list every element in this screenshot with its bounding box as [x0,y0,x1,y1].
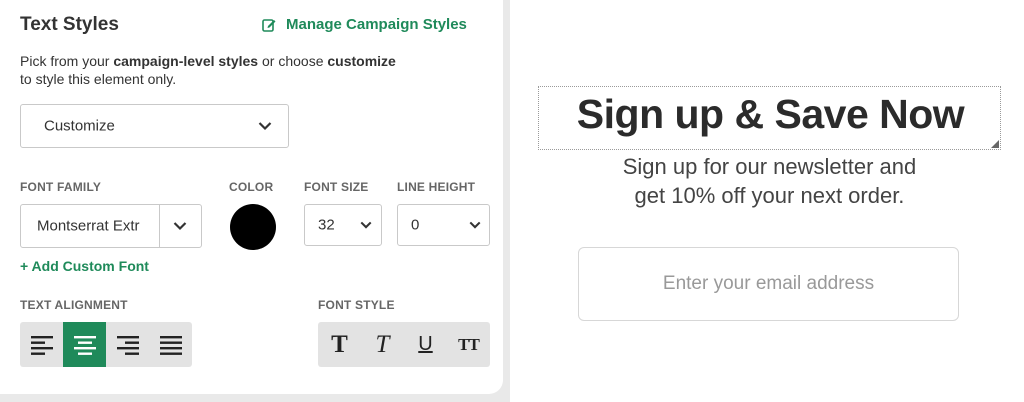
style-select[interactable]: Customize [20,104,289,148]
underline-button[interactable]: U [404,322,447,367]
subtext-line-1: Sign up for our newsletter and [622,154,917,179]
chevron-down-icon [469,221,481,229]
font-family-label: FONT FAMILY [20,180,102,194]
panel-description: Pick from your campaign-level styles or … [20,52,490,88]
text-alignment-group [20,322,192,367]
email-placeholder: Enter your email address [662,273,875,294]
color-label: COLOR [229,180,274,194]
align-right-button[interactable] [106,322,149,367]
align-justify-button[interactable] [149,322,192,367]
align-left-icon [30,335,53,355]
italic-button[interactable]: T [361,322,404,367]
line-height-select[interactable]: 0 [397,204,490,246]
font-size-label: FONT SIZE [304,180,369,194]
style-select-value: Customize [44,117,115,135]
chevron-down-icon [360,221,372,229]
email-input[interactable]: Enter your email address [578,247,959,321]
bold-icon: T [331,330,348,358]
headline-text-box[interactable]: Sign up & Save Now [538,86,1001,150]
panel-title: Text Styles [20,14,119,35]
desc-text-2: or choose [258,53,328,69]
desc-bold-1: campaign-level styles [113,53,259,69]
desc-text-3: to style this element only. [20,71,177,87]
bold-button[interactable]: T [318,322,361,367]
resize-handle[interactable] [991,140,999,148]
align-justify-icon [159,335,182,355]
line-height-value: 0 [411,216,420,234]
font-family-value: Montserrat Extr [37,217,140,235]
text-styles-card: Text Styles Manage Campaign Styles Pick … [0,0,503,394]
font-style-label: FONT STYLE [318,298,395,312]
edit-icon [262,18,276,32]
select-divider [159,205,160,247]
uppercase-button[interactable]: TT [447,322,490,367]
uppercase-icon: TT [458,334,480,354]
align-center-button[interactable] [63,322,106,367]
font-size-select[interactable]: 32 [304,204,382,246]
settings-panel: Text Styles Manage Campaign Styles Pick … [0,0,510,402]
align-left-button[interactable] [20,322,63,367]
underline-icon: U [418,333,433,355]
chevron-down-icon [258,122,272,131]
subtext: Sign up for our newsletter and get 10% o… [538,152,1001,210]
text-alignment-label: TEXT ALIGNMENT [20,298,128,312]
color-swatch[interactable] [230,204,276,250]
chevron-down-icon [173,222,187,231]
add-custom-font-link[interactable]: + Add Custom Font [20,258,149,274]
manage-campaign-styles-link[interactable]: Manage Campaign Styles [262,16,467,33]
align-right-icon [116,335,139,355]
line-height-label: LINE HEIGHT [397,180,476,194]
manage-campaign-styles-label: Manage Campaign Styles [286,16,467,33]
font-size-value: 32 [318,216,335,234]
desc-text-1: Pick from your [20,53,114,69]
subtext-line-2: get 10% off your next order. [634,183,905,208]
font-style-group: T T U TT [318,322,490,367]
headline: Sign up & Save Now [576,91,965,137]
italic-icon: T [375,330,390,358]
font-family-select[interactable]: Montserrat Extr [20,204,202,248]
align-center-icon [73,335,96,355]
desc-bold-2: customize [327,53,396,69]
